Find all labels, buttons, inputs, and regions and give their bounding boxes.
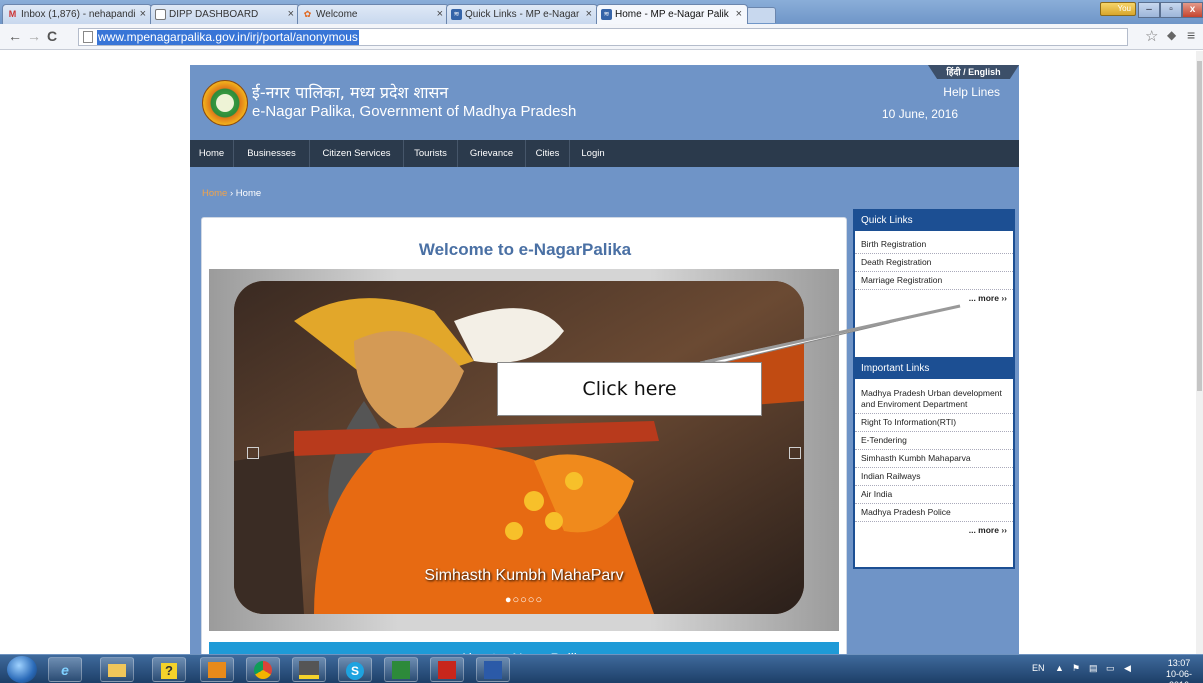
acrobat-icon[interactable] [430, 657, 464, 682]
flower-icon: ✿ [303, 9, 312, 19]
tab-close-icon[interactable]: × [736, 8, 742, 20]
menu-icon[interactable]: ≡ [1187, 27, 1195, 43]
click-here-callout: Click here [497, 362, 762, 416]
network-icon[interactable]: ▭ [1106, 663, 1115, 674]
tab-home-active[interactable]: ≋ Home - MP e-Nagar Palik × [596, 4, 748, 24]
reload-icon[interactable]: C [47, 28, 57, 44]
chrome-icon[interactable] [246, 657, 280, 682]
forward-arrow-icon[interactable]: → [27, 28, 41, 44]
language-indicator[interactable]: EN [1032, 663, 1045, 673]
tab-label: Welcome [316, 9, 358, 20]
mp-logo-icon: ≋ [601, 9, 612, 20]
page-icon [83, 31, 93, 43]
close-window-button[interactable]: x [1182, 2, 1203, 18]
browser-toolbar: ← → C www.mpenagarpalika.gov.in/irj/port… [0, 24, 1203, 50]
minimize-button[interactable]: – [1138, 2, 1160, 18]
skype-icon[interactable]: S [338, 657, 372, 682]
action-center-flag-icon[interactable]: ⚑ [1072, 663, 1080, 674]
gmail-icon: M [8, 9, 17, 19]
tab-close-icon[interactable]: × [586, 8, 592, 20]
browser-tab-strip: M Inbox (1,876) - nehapandi × DIPP DASHB… [0, 0, 1203, 24]
maximize-button[interactable]: ▫ [1160, 2, 1182, 18]
device-icon[interactable]: ▤ [1089, 663, 1098, 674]
tray-expand-icon[interactable]: ▲ [1055, 663, 1064, 673]
tab-dipp-dashboard[interactable]: DIPP DASHBOARD × [150, 4, 300, 24]
page-viewport: ई-नगर पालिका, मध्य प्रदेश शासन e-Nagar P… [0, 51, 1203, 654]
tab-close-icon[interactable]: × [140, 8, 146, 20]
mp-logo-icon: ≋ [451, 9, 462, 20]
tab-label: Quick Links - MP e-Nagar [465, 9, 580, 20]
bookmark-star-icon[interactable]: ☆ [1145, 27, 1158, 45]
tab-label: Inbox (1,876) - nehapandi [21, 9, 135, 20]
clock-time: 13:07 [1167, 658, 1191, 668]
new-tab-button[interactable] [746, 7, 776, 23]
tab-welcome[interactable]: ✿ Welcome × [297, 4, 449, 24]
outlook-icon[interactable] [200, 657, 234, 682]
extension-icon[interactable]: ◆ [1167, 28, 1176, 42]
tab-gmail-inbox[interactable]: M Inbox (1,876) - nehapandi × [2, 4, 152, 24]
windows-taskbar: e ? S EN ▲ ⚑ ▤ ▭ ◀ 13:07 10-06-2016 [0, 654, 1203, 683]
volume-icon[interactable]: ◀ [1124, 663, 1131, 674]
tab-close-icon[interactable]: × [288, 8, 294, 20]
clock-date: 10-06-2016 [1165, 669, 1192, 683]
page-icon [155, 9, 166, 20]
address-bar[interactable]: www.mpenagarpalika.gov.in/irj/portal/ano… [78, 28, 1128, 46]
system-clock[interactable]: 13:07 10-06-2016 [1157, 658, 1201, 683]
tab-label: Home - MP e-Nagar Palik [615, 9, 729, 20]
explorer-icon[interactable] [100, 657, 134, 682]
word-icon[interactable] [476, 657, 510, 682]
ie-icon[interactable]: e [48, 657, 82, 682]
callout-pointer [699, 304, 961, 364]
user-badge[interactable]: You [1100, 2, 1136, 16]
ey-discover-icon[interactable] [292, 657, 326, 682]
tab-label: DIPP DASHBOARD [169, 9, 259, 20]
tab-close-icon[interactable]: × [437, 8, 443, 20]
excel-icon[interactable] [384, 657, 418, 682]
tab-quick-links[interactable]: ≋ Quick Links - MP e-Nagar × [446, 4, 598, 24]
start-button[interactable] [7, 656, 37, 683]
url-text[interactable]: www.mpenagarpalika.gov.in/irj/portal/ano… [97, 30, 359, 45]
help-icon[interactable]: ? [152, 657, 186, 682]
back-arrow-icon[interactable]: ← [8, 28, 22, 44]
